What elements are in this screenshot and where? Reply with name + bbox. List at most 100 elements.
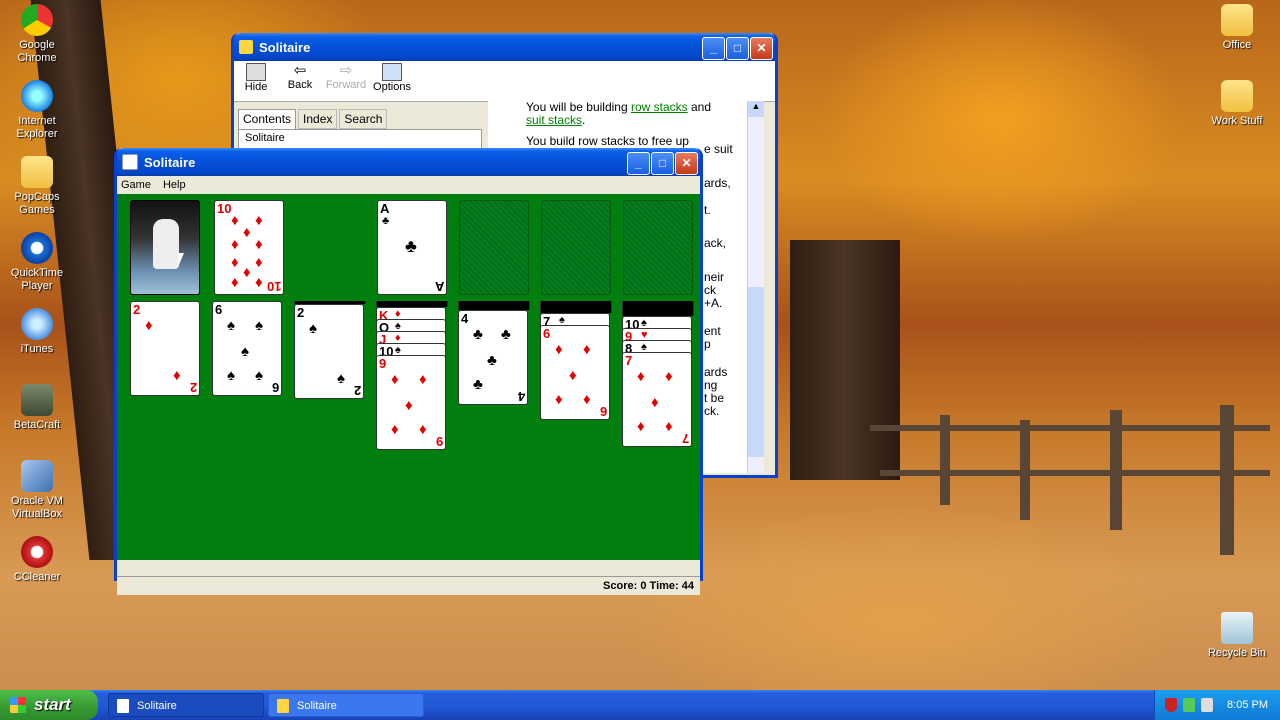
hide-button[interactable]: Hide [234, 61, 278, 101]
folder-icon [1221, 80, 1253, 112]
virtualbox-icon [21, 460, 53, 492]
desktop-icon-virtualbox[interactable]: Oracle VM VirtualBox [1, 460, 73, 521]
diamond-suit-icon: ♦ [555, 341, 563, 358]
help-window-title: Solitaire [259, 39, 311, 55]
foundation-3[interactable] [541, 200, 611, 295]
card-rank: 6 [543, 326, 551, 341]
desktop-icon-itunes[interactable]: iTunes [1, 308, 73, 356]
options-button[interactable]: Options [370, 61, 414, 101]
foundation-4[interactable] [623, 200, 693, 295]
card-rank: 4 [517, 389, 525, 404]
diamond-suit-icon: ♦ [637, 368, 645, 385]
foundation-2[interactable] [459, 200, 529, 295]
spade-suit-icon: ♠ [227, 317, 235, 334]
tableau-card[interactable]: 6 ♦ ♦ ♦ ♦ ♦ 6 [540, 325, 610, 420]
spade-suit-icon: ♠ [241, 343, 249, 360]
clock[interactable]: 8:05 PM [1227, 699, 1268, 711]
tableau-card[interactable]: 9 ♦ ♦ ♦ ♦ ♦ 9 [376, 355, 446, 450]
score-label: Score: [603, 580, 638, 592]
scroll-thumb[interactable] [748, 287, 764, 457]
diamond-suit-icon: ♦ [665, 418, 673, 435]
spade-suit-icon: ♠ [255, 367, 263, 384]
diamond-suit-icon: ♦ [555, 391, 563, 408]
diamond-suit-icon: ♦ [231, 254, 239, 271]
minimize-button[interactable]: _ [702, 37, 725, 60]
scroll-up-arrow-icon[interactable]: ▲ [748, 101, 764, 117]
diamond-suit-icon: ♦ [255, 212, 263, 229]
shield-icon[interactable] [1165, 698, 1177, 712]
stock-pile[interactable] [130, 200, 200, 295]
tableau-card[interactable]: 4 ♣ ♣ ♣ ♣ 4 [458, 310, 528, 405]
help-tabs: Contents Index Search [238, 109, 482, 129]
windows-logo-icon [10, 697, 26, 713]
taskbar: start Solitaire Solitaire 8:05 PM [0, 690, 1280, 720]
desktop-icon-betacraft[interactable]: BetaCraft [1, 384, 73, 432]
diamond-suit-icon: ♦ [243, 224, 251, 241]
taskbar-item-solitaire-game[interactable]: Solitaire [108, 693, 264, 717]
taskbar-item-solitaire-help[interactable]: Solitaire [268, 693, 424, 717]
desktop-icon-ie[interactable]: Internet Explorer [1, 80, 73, 141]
menu-help[interactable]: Help [163, 179, 186, 191]
diamond-suit-icon: ♦ [391, 371, 399, 388]
maximize-button[interactable]: □ [651, 152, 674, 175]
card-rank: 2 [297, 305, 305, 320]
desktop-icon-ccleaner[interactable]: CCleaner [1, 536, 73, 584]
card-rank: 9 [379, 356, 387, 371]
diamond-suit-icon: ♦ [231, 274, 239, 291]
tableau-card[interactable]: 6 ♠ ♠ ♠ ♠ ♠ 6 [212, 301, 282, 396]
recycle-bin-icon [1221, 612, 1253, 644]
time-value: 44 [681, 580, 694, 592]
desktop-icon-office[interactable]: Office [1201, 4, 1273, 52]
close-button[interactable]: ✕ [750, 37, 773, 60]
minimize-button[interactable]: _ [627, 152, 650, 175]
maximize-button[interactable]: □ [726, 37, 749, 60]
help-visible-fragments: e suit ards, t. ack, neir ck +A. ent p a… [704, 142, 733, 418]
diamond-suit-icon: ♦ [665, 368, 673, 385]
solitaire-titlebar[interactable]: Solitaire _ □ ✕ [117, 148, 700, 176]
card-rank: 10 [266, 279, 281, 294]
forward-button[interactable]: ⇨ Forward [322, 61, 370, 101]
help-scrollbar[interactable]: ▲ [747, 101, 764, 473]
desktop-icon-work-stuff[interactable]: Work Stuff [1201, 80, 1273, 128]
options-icon [382, 63, 402, 81]
foundation-1[interactable]: A ♣ ♣ A [377, 200, 447, 295]
diamond-suit-icon: ♦ [255, 254, 263, 271]
tab-search[interactable]: Search [339, 109, 388, 129]
hide-icon [246, 63, 266, 81]
link-suit-stacks[interactable]: suit stacks [526, 113, 582, 127]
card-rank: 2 [133, 302, 141, 317]
tree-item-solitaire[interactable]: Solitaire [245, 132, 285, 144]
diamond-suit-icon: ♦ [637, 418, 645, 435]
tab-contents[interactable]: Contents [238, 109, 297, 129]
quicktime-icon [21, 232, 53, 264]
diamond-suit-icon: ♦ [231, 236, 239, 253]
mouse-pointer-icon [178, 253, 184, 267]
start-button[interactable]: start [0, 690, 98, 720]
tableau-card[interactable]: 7 ♦ ♦ ♦ ♦ ♦ 7 [622, 352, 692, 447]
desktop-icon-popcaps[interactable]: PopCaps Games [1, 156, 73, 217]
diamond-suit-icon: ♦ [231, 212, 239, 229]
diamond-suit-icon: ♦ [651, 394, 659, 411]
club-suit-icon: ♣ [473, 376, 483, 393]
card-rank: 6 [271, 380, 279, 395]
back-button[interactable]: ⇦ Back [278, 61, 322, 101]
waste-pile[interactable]: 10 ♦ ♦ ♦ ♦ ♦ ♦ ♦ ♦ ♦ ♦ 10 [214, 200, 284, 295]
link-row-stacks[interactable]: row stacks [631, 101, 688, 114]
close-button[interactable]: ✕ [675, 152, 698, 175]
volume-icon[interactable] [1201, 698, 1213, 712]
score-value: 0 [640, 580, 647, 592]
tree-trunk [790, 240, 900, 480]
menu-game[interactable]: Game [121, 179, 151, 191]
tableau-card[interactable]: 2 ♦ ♦ 2 [130, 301, 200, 396]
desktop-icon-quicktime[interactable]: QuickTime Player [1, 232, 73, 293]
diamond-suit-icon: ♦ [569, 367, 577, 384]
solitaire-window: Solitaire _ □ ✕ Game Help 10 ♦ ♦ ♦ ♦ ♦ ♦… [114, 148, 703, 595]
tab-index[interactable]: Index [298, 109, 338, 129]
network-icon[interactable] [1183, 698, 1195, 712]
help-titlebar[interactable]: Solitaire _ □ ✕ [234, 33, 775, 61]
tableau-card[interactable]: 2 ♠ ♠ 2 [294, 304, 364, 399]
desktop-icon-chrome[interactable]: Google Chrome [1, 4, 73, 65]
card-rank: 7 [625, 353, 633, 368]
card-rank: A [434, 279, 444, 294]
desktop-icon-recycle-bin[interactable]: Recycle Bin [1201, 612, 1273, 660]
